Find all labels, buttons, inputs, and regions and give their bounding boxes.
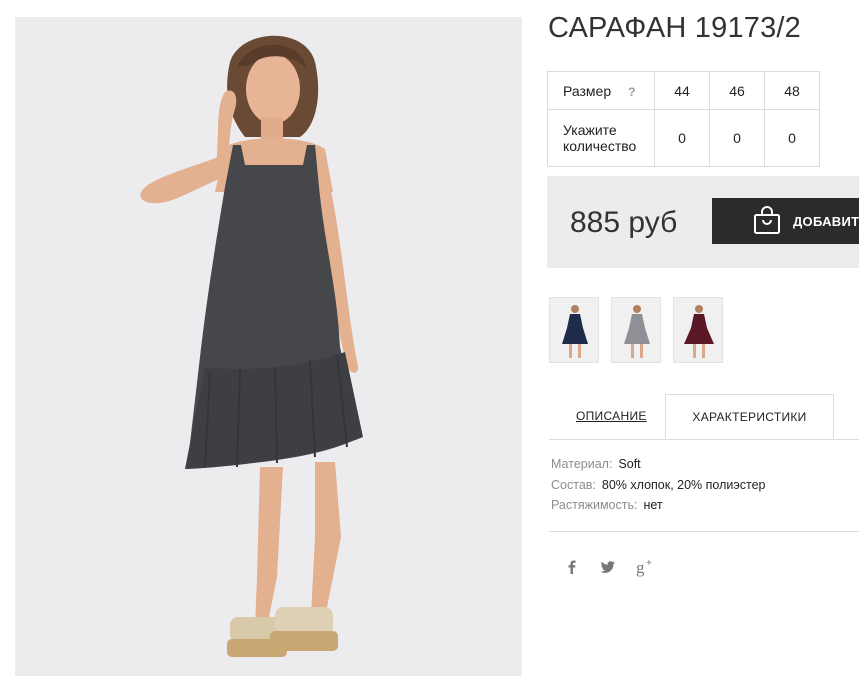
spec-row: Растяжимость: нет	[551, 498, 765, 519]
spec-value: 80% хлопок, 20% полиэстер	[601, 477, 766, 492]
thumbnail-burgundy[interactable]	[673, 297, 723, 363]
add-to-cart-label: ДОБАВИТЬ	[793, 214, 859, 229]
google-plus-icon[interactable]: g +	[636, 557, 656, 577]
spec-key: Состав:	[551, 477, 596, 492]
shopping-bag-icon	[754, 206, 780, 234]
size-label: Размер	[563, 82, 612, 99]
spec-row: Состав: 80% хлопок, 20% полиэстер	[551, 478, 765, 499]
quantity-label-line2: количество	[563, 138, 637, 154]
tab-characteristics[interactable]: ХАРАКТЕРИСТИКИ	[665, 394, 834, 439]
thumbnail-grey-image	[624, 305, 650, 358]
twitter-icon[interactable]	[598, 557, 618, 577]
size-label-cell: Размер?	[547, 71, 655, 110]
divider	[549, 531, 859, 532]
product-tabs: ОПИСАНИЕ ХАРАКТЕРИСТИКИ	[549, 394, 859, 440]
size-44: 44	[654, 71, 710, 110]
quantity-input-48[interactable]: 0	[764, 109, 820, 167]
quantity-label-line1: Укажите	[563, 122, 617, 138]
spec-key: Растяжимость:	[551, 498, 638, 512]
quantity-row: Укажите количество 0 0 0	[547, 109, 820, 167]
size-row: Размер? 44 46 48	[547, 71, 820, 110]
specs-list: Материал: Soft Состав: 80% хлопок, 20% пол…	[551, 457, 765, 519]
thumbnail-navy[interactable]	[549, 297, 599, 363]
spec-value: Soft	[618, 457, 641, 471]
thumbnail-grey[interactable]	[611, 297, 661, 363]
add-to-cart-button[interactable]: ДОБАВИТЬ	[712, 198, 859, 244]
dress-model-image	[140, 35, 363, 657]
thumbnail-burgundy-image	[684, 305, 714, 358]
quantity-input-44[interactable]: 0	[654, 109, 710, 167]
size-help-icon[interactable]: ?	[628, 85, 635, 99]
product-title: САРАФАН 19173/2	[548, 12, 802, 44]
spec-value: нет	[643, 498, 663, 512]
spec-row: Материал: Soft	[551, 457, 765, 478]
quantity-label-cell: Укажите количество	[547, 109, 655, 167]
price-box: 885 руб ДОБАВИТЬ	[547, 176, 859, 268]
size-table: Размер? 44 46 48 Укажите количество 0 0 …	[547, 71, 820, 167]
quantity-input-46[interactable]: 0	[709, 109, 765, 167]
spec-key: Материал:	[551, 457, 613, 471]
product-price: 885 руб	[570, 206, 678, 239]
size-48: 48	[764, 71, 820, 110]
svg-text:+: +	[646, 558, 652, 569]
product-photo[interactable]	[15, 17, 522, 676]
thumbnail-navy-image	[562, 305, 588, 358]
size-46: 46	[709, 71, 765, 110]
svg-text:g: g	[636, 558, 645, 577]
tab-description[interactable]: ОПИСАНИЕ	[576, 409, 647, 423]
facebook-icon[interactable]	[562, 557, 582, 577]
